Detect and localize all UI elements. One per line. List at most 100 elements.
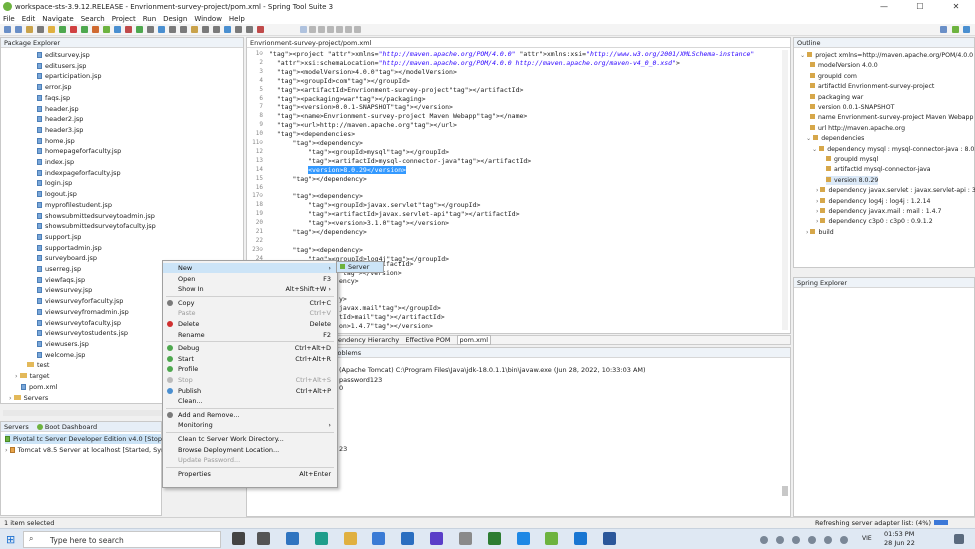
toolbar-button-icon[interactable]	[59, 26, 66, 33]
outline-item[interactable]: › dependency javax.servlet : javax.servle…	[816, 186, 975, 195]
tree-item-jsp[interactable]: eparticipation.jsp	[37, 71, 101, 81]
tree-item-jsp[interactable]: login.jsp	[37, 178, 72, 188]
tree-item-jsp[interactable]: myprofilestudent.jsp	[37, 200, 112, 210]
outline-item[interactable]: › dependency log4j : log4j : 1.2.14	[816, 197, 930, 206]
submenu-item-server[interactable]: Server	[337, 262, 383, 272]
toolbar-button-icon[interactable]	[103, 26, 110, 33]
menu-item-monitoring[interactable]: Monitoring ›	[163, 420, 337, 430]
cortana-icon[interactable]	[232, 532, 245, 545]
tree-item-jsp[interactable]: surveyboard.jsp	[37, 253, 97, 263]
edge-icon[interactable]	[286, 532, 299, 545]
tree-item-jsp[interactable]: faqs.jsp	[37, 93, 70, 103]
menu-item-add-and-remove[interactable]: Add and Remove...	[163, 410, 337, 420]
spring-explorer-tab[interactable]: Spring Explorer	[794, 278, 974, 288]
menu-item-start[interactable]: Start Ctrl+Alt+R	[163, 354, 337, 364]
menu-project[interactable]: Project	[112, 15, 136, 23]
server-item-tomcat[interactable]: › Tomcat v8.5 Server at localhost [Start…	[5, 445, 173, 455]
toolbar-button-icon[interactable]	[180, 26, 187, 33]
menu-item-browse-deployment-location[interactable]: Browse Deployment Location...	[163, 445, 337, 455]
menu-item-copy[interactable]: Copy Ctrl+C	[163, 298, 337, 308]
tray-icon[interactable]	[792, 536, 800, 544]
notification-icon[interactable]	[954, 534, 964, 544]
menu-search[interactable]: Search	[81, 15, 105, 23]
word-document-icon[interactable]	[603, 532, 616, 545]
menu-item-open[interactable]: Open F3	[163, 274, 337, 284]
toolbar-button-icon[interactable]	[327, 26, 334, 33]
menu-item-clean[interactable]: Clean...	[163, 396, 337, 406]
xbox-icon[interactable]	[488, 532, 501, 545]
toolbar-button-icon[interactable]	[169, 26, 176, 33]
menu-window[interactable]: Window	[194, 15, 222, 23]
toolbar-button-icon[interactable]	[4, 26, 11, 33]
tray-icon[interactable]	[808, 536, 816, 544]
toolbar-button-icon[interactable]	[345, 26, 352, 33]
taskbar-search-input[interactable]: ⌕ Type here to search	[23, 531, 221, 548]
menu-file[interactable]: File	[3, 15, 15, 23]
tray-icon[interactable]	[824, 536, 832, 544]
outline-tab[interactable]: Outline	[794, 38, 974, 48]
toolbar-button-icon[interactable]	[246, 26, 253, 33]
toolbar-button-icon[interactable]	[318, 26, 325, 33]
toolbar-button-icon[interactable]	[191, 26, 198, 33]
outline-item[interactable]: packaging war	[810, 93, 863, 102]
tree-item-jsp[interactable]: error.jsp	[37, 82, 72, 92]
menu-item-debug[interactable]: Debug Ctrl+Alt+D	[163, 343, 337, 353]
menu-design[interactable]: Design	[163, 15, 187, 23]
toolbar-button-icon[interactable]	[37, 26, 44, 33]
pen-app-icon[interactable]	[430, 532, 443, 545]
word-icon[interactable]	[574, 532, 587, 545]
toolbar-button-icon[interactable]	[15, 26, 22, 33]
minimize-button[interactable]: —	[866, 0, 902, 13]
tree-item-jsp[interactable]: viewsurveytostudents.jsp	[37, 328, 128, 338]
task-view-icon[interactable]	[257, 532, 270, 545]
menu-help[interactable]: Help	[229, 15, 245, 23]
outline-item[interactable]: ⌄ project xmlns=http://maven.apache.org/P…	[800, 51, 973, 60]
outline-item[interactable]: version 0.0.1-SNAPSHOT	[810, 103, 894, 112]
vpn-icon[interactable]	[517, 532, 530, 545]
outline-item[interactable]: › dependency c3p0 : c3p0 : 0.9.1.2	[816, 217, 933, 226]
outline-item[interactable]: artifactId mysql-connector-java	[826, 165, 931, 174]
toolbar-button-icon[interactable]	[354, 26, 361, 33]
java-perspective-icon[interactable]	[963, 26, 970, 33]
toolbar-button-icon[interactable]	[235, 26, 242, 33]
outline-item[interactable]: groupId mysql	[826, 155, 878, 164]
language-indicator[interactable]: VIE	[862, 535, 872, 542]
tree-item-jsp[interactable]: home.jsp	[37, 136, 75, 146]
folder-test[interactable]: test	[27, 360, 49, 370]
folder-target[interactable]: › target	[15, 371, 49, 381]
menu-navigate[interactable]: Navigate	[42, 15, 73, 23]
toolbar-button-icon[interactable]	[92, 26, 99, 33]
toolbar-button-icon[interactable]	[48, 26, 55, 33]
editor-scrollbar[interactable]	[782, 50, 788, 330]
perspective-icon[interactable]	[940, 26, 947, 33]
tree-item-jsp[interactable]: showsubmittedsurveytofaculty.jsp	[37, 221, 156, 231]
tree-item-pom[interactable]: pom.xml	[21, 382, 58, 392]
toolbar-button-icon[interactable]	[202, 26, 209, 33]
outline-item[interactable]: url http://maven.apache.org	[810, 124, 905, 133]
tree-item-jsp[interactable]: editsurvey.jsp	[37, 50, 90, 60]
editor-tab[interactable]: Envrionment-survey-project/pom.xml	[247, 38, 790, 48]
tab-servers[interactable]: Servers	[4, 423, 29, 431]
toolbar-button-icon[interactable]	[309, 26, 316, 33]
tab-boot-dashboard[interactable]: Boot Dashboard	[45, 423, 97, 431]
outline-item[interactable]: › build	[806, 228, 834, 237]
menu-item-rename[interactable]: Rename F2	[163, 330, 337, 340]
toolbar-button-icon[interactable]	[147, 26, 154, 33]
tree-item-jsp[interactable]: header3.jsp	[37, 125, 83, 135]
windows-start-icon[interactable]: ⊞	[6, 533, 15, 546]
tree-item-jsp[interactable]: supportadmin.jsp	[37, 243, 102, 253]
photos-icon[interactable]	[459, 532, 472, 545]
spring-tool-suite-icon[interactable]	[545, 532, 558, 545]
file-explorer-icon[interactable]	[344, 532, 357, 545]
server-item-pivotal[interactable]: Pivotal tc Server Developer Edition v4.0…	[5, 434, 166, 444]
toolbar-button-icon[interactable]	[136, 26, 143, 33]
outline-item[interactable]: name Envrionment-survey-project Maven We…	[810, 113, 973, 122]
tree-item-jsp[interactable]: homepageforfaculty.jsp	[37, 146, 121, 156]
store-icon[interactable]	[372, 532, 385, 545]
tree-item-jsp[interactable]: indexpageforfaculty.jsp	[37, 168, 121, 178]
tree-item-jsp[interactable]: showsubmittedsurveytoadmin.jsp	[37, 211, 155, 221]
toolbar-button-icon[interactable]	[81, 26, 88, 33]
tray-icon[interactable]	[840, 536, 848, 544]
tree-item-jsp[interactable]: editusers.jsp	[37, 61, 86, 71]
tray-icon[interactable]	[760, 536, 768, 544]
